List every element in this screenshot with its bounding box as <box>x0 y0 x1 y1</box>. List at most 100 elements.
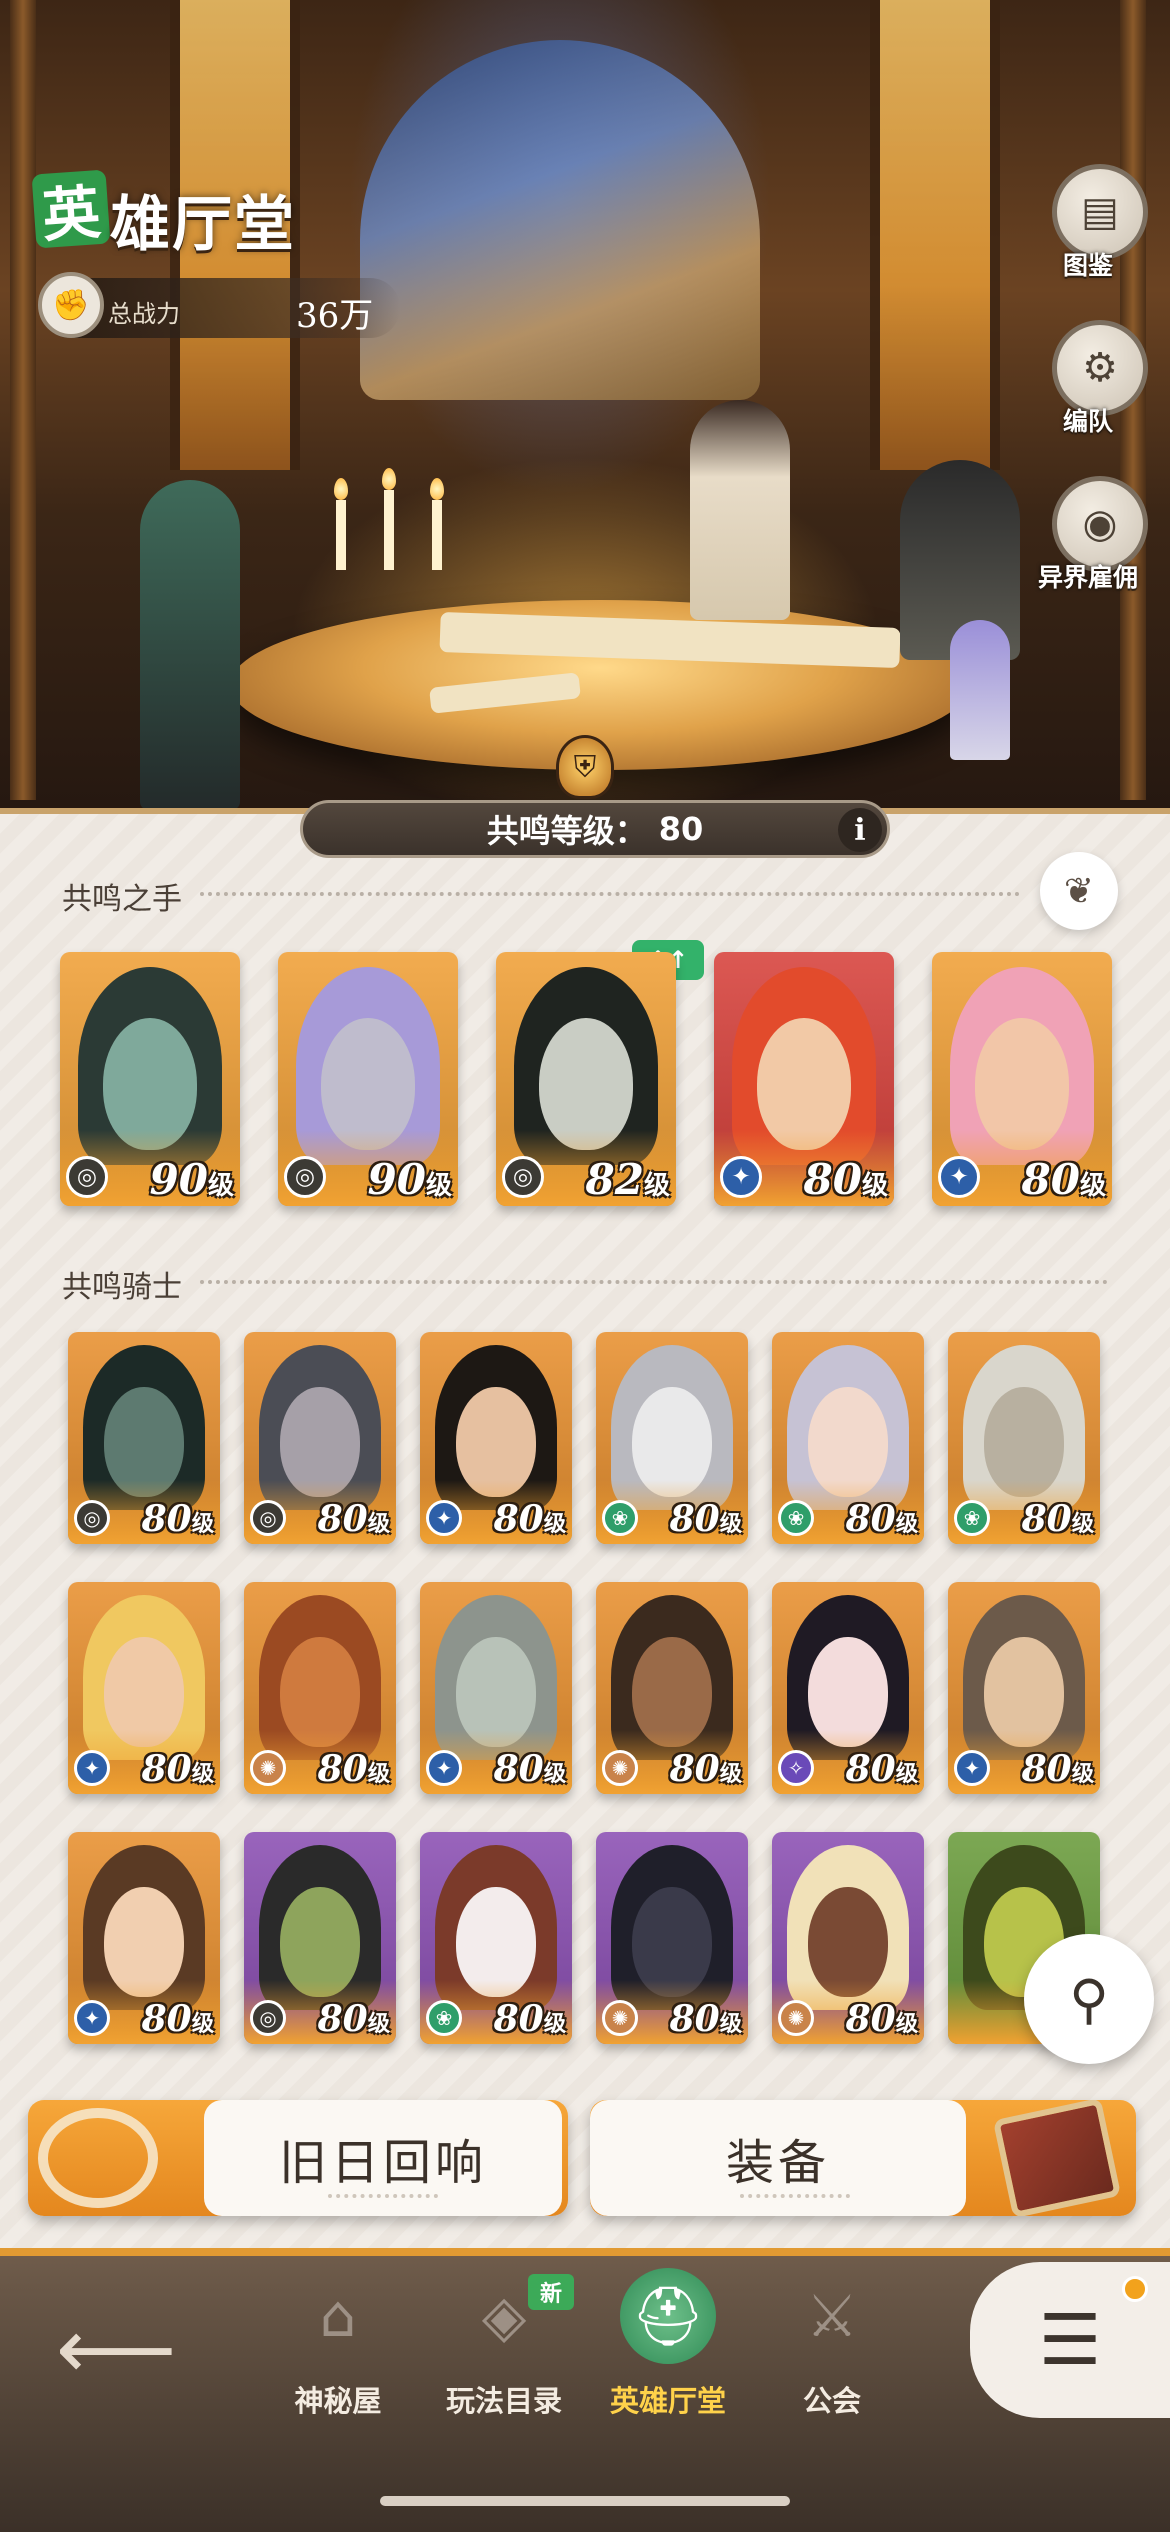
hero-level-unit: 级 <box>861 1171 888 1201</box>
wilder-faction-icon: ❀ <box>602 1500 638 1536</box>
hero-level-value: 80 <box>1021 1748 1072 1790</box>
nav-item-mystery-house[interactable]: ⌂ 神秘屋 <box>248 2268 428 2420</box>
home-indicator[interactable] <box>380 2496 790 2506</box>
leaf-icon[interactable]: ❦ <box>1040 852 1118 930</box>
hero-card[interactable]: ✦ 80级 <box>420 1582 572 1794</box>
total-power-value: 36万 <box>296 296 374 336</box>
hero-card[interactable]: ◎ 80级 <box>244 1332 396 1544</box>
hero-level: 80级 <box>1022 1748 1094 1790</box>
hero-card[interactable]: ✺ 80级 <box>244 1582 396 1794</box>
candle-flame <box>382 468 396 490</box>
side-label-formation[interactable]: 编队 <box>1018 402 1158 438</box>
hero-card[interactable]: ✦ 80级 <box>68 1582 220 1794</box>
hero-level: 80级 <box>318 1498 390 1540</box>
new-badge: 新 <box>528 2274 574 2310</box>
side-label-codex[interactable]: 图鉴 <box>1018 246 1158 282</box>
hero-level-value: 80 <box>669 1498 720 1540</box>
hero-level-unit: 级 <box>719 1761 742 1787</box>
hero-level: 80级 <box>846 1748 918 1790</box>
hero-card[interactable]: ❀ 80级 <box>596 1332 748 1544</box>
hero-card[interactable]: ◎ 90级 <box>278 952 458 1206</box>
wilder-faction-icon: ❀ <box>778 1500 814 1536</box>
lightbearer-faction-icon: ✦ <box>74 1750 110 1786</box>
hero-card[interactable]: ◎ 90级 <box>60 952 240 1206</box>
hero-figure-small[interactable] <box>950 620 1010 760</box>
nav-item-hero-hall[interactable]: ⛑ 英雄厅堂 <box>578 2268 758 2420</box>
echo-button[interactable]: 旧日回响 <box>28 2100 568 2216</box>
echo-button-label[interactable]: 旧日回响 <box>204 2100 562 2216</box>
equipment-button[interactable]: 装备 <box>590 2100 1136 2216</box>
hero-level-value: 80 <box>141 1998 192 2040</box>
hero-level-value: 80 <box>317 1748 368 1790</box>
graveborn-faction-icon: ◎ <box>284 1156 326 1198</box>
hero-card[interactable]: ◎ 80级 <box>68 1332 220 1544</box>
mauler-faction-icon: ✺ <box>602 1750 638 1786</box>
nav-label: 公会 <box>802 2384 861 2418</box>
hero-level-unit: 级 <box>191 1511 214 1537</box>
section-divider <box>200 892 1020 896</box>
hero-level-unit: 级 <box>367 2011 390 2037</box>
hero-level-value: 80 <box>141 1748 192 1790</box>
hero-card[interactable]: ◎ 80级 <box>244 1832 396 2044</box>
hero-card[interactable]: ✺ 80级 <box>596 1832 748 2044</box>
hero-card[interactable]: ✦ 80级 <box>948 1582 1100 1794</box>
filter-icon[interactable]: ⚲ <box>1024 1934 1154 2064</box>
section-title-knights: 共鸣骑士 <box>62 1270 182 1305</box>
hero-card[interactable]: ◎ 82级 <box>496 952 676 1206</box>
hero-card[interactable]: ❀ 80级 <box>420 1832 572 2044</box>
hero-level-value: 80 <box>803 1155 862 1204</box>
hero-level-value: 80 <box>141 1498 192 1540</box>
hero-level-value: 80 <box>493 1998 544 2040</box>
hero-card[interactable]: ✦ 80级 <box>420 1332 572 1544</box>
info-icon[interactable]: i <box>838 808 882 852</box>
candle <box>432 500 442 570</box>
wilder-faction-icon: ❀ <box>426 2000 462 2036</box>
lightbearer-faction-icon: ✦ <box>426 1750 462 1786</box>
hero-level: 80级 <box>670 1498 742 1540</box>
resonance-level-bar: 共鸣等级： 80 <box>300 800 890 858</box>
candle <box>336 500 346 570</box>
hero-card[interactable]: ❀ 80级 <box>948 1332 1100 1544</box>
shield-sword-icon <box>992 2100 1122 2216</box>
hero-level: 80级 <box>494 1748 566 1790</box>
back-arrow-icon[interactable]: ⟵ <box>56 2300 176 2398</box>
hero-level-value: 80 <box>845 1498 896 1540</box>
hero-level-unit: 级 <box>643 1171 670 1201</box>
notification-dot <box>1122 2276 1148 2302</box>
hero-card[interactable]: ✦ 80级 <box>932 952 1112 1206</box>
hero-card[interactable]: ✦ 80级 <box>714 952 894 1206</box>
side-label-hire[interactable]: 异界雇佣 <box>1018 558 1158 594</box>
nav-label: 神秘屋 <box>294 2384 382 2418</box>
hero-card[interactable]: ❀ 80级 <box>772 1332 924 1544</box>
hero-level: 80级 <box>318 1748 390 1790</box>
lightbearer-faction-icon: ✦ <box>938 1156 980 1198</box>
hero-level: 80级 <box>670 1748 742 1790</box>
hero-level-value: 80 <box>493 1748 544 1790</box>
scene-window-right <box>870 0 1000 470</box>
dots-divider <box>740 2194 850 2198</box>
hero-level-unit: 级 <box>1071 1761 1094 1787</box>
hero-level-unit: 级 <box>207 1171 234 1201</box>
hero-level: 80级 <box>142 1998 214 2040</box>
dots-divider <box>328 2194 438 2198</box>
hero-card[interactable]: ✺ 80级 <box>596 1582 748 1794</box>
hero-level: 90级 <box>368 1155 452 1204</box>
hero-card[interactable]: ✺ 80级 <box>772 1832 924 2044</box>
hero-figure-center[interactable] <box>690 400 790 620</box>
equipment-button-label[interactable]: 装备 <box>590 2100 966 2216</box>
hero-level-value: 80 <box>317 1498 368 1540</box>
mauler-faction-icon: ✺ <box>250 1750 286 1786</box>
lightbearer-faction-icon: ✦ <box>954 1750 990 1786</box>
nav-item-guild[interactable]: ⚔ 公会 <box>742 2268 922 2420</box>
hero-card[interactable]: ✧ 80级 <box>772 1582 924 1794</box>
graveborn-faction-icon: ◎ <box>66 1156 108 1198</box>
hero-level-unit: 级 <box>895 1511 918 1537</box>
hero-level: 90级 <box>150 1155 234 1204</box>
hero-level: 80级 <box>804 1155 888 1204</box>
hero-figure-left[interactable] <box>140 480 240 810</box>
graveborn-faction-icon: ◎ <box>250 2000 286 2036</box>
hero-level-unit: 级 <box>1079 1171 1106 1201</box>
hero-level-value: 80 <box>493 1498 544 1540</box>
hero-level: 80级 <box>142 1498 214 1540</box>
hero-card[interactable]: ✦ 80级 <box>68 1832 220 2044</box>
